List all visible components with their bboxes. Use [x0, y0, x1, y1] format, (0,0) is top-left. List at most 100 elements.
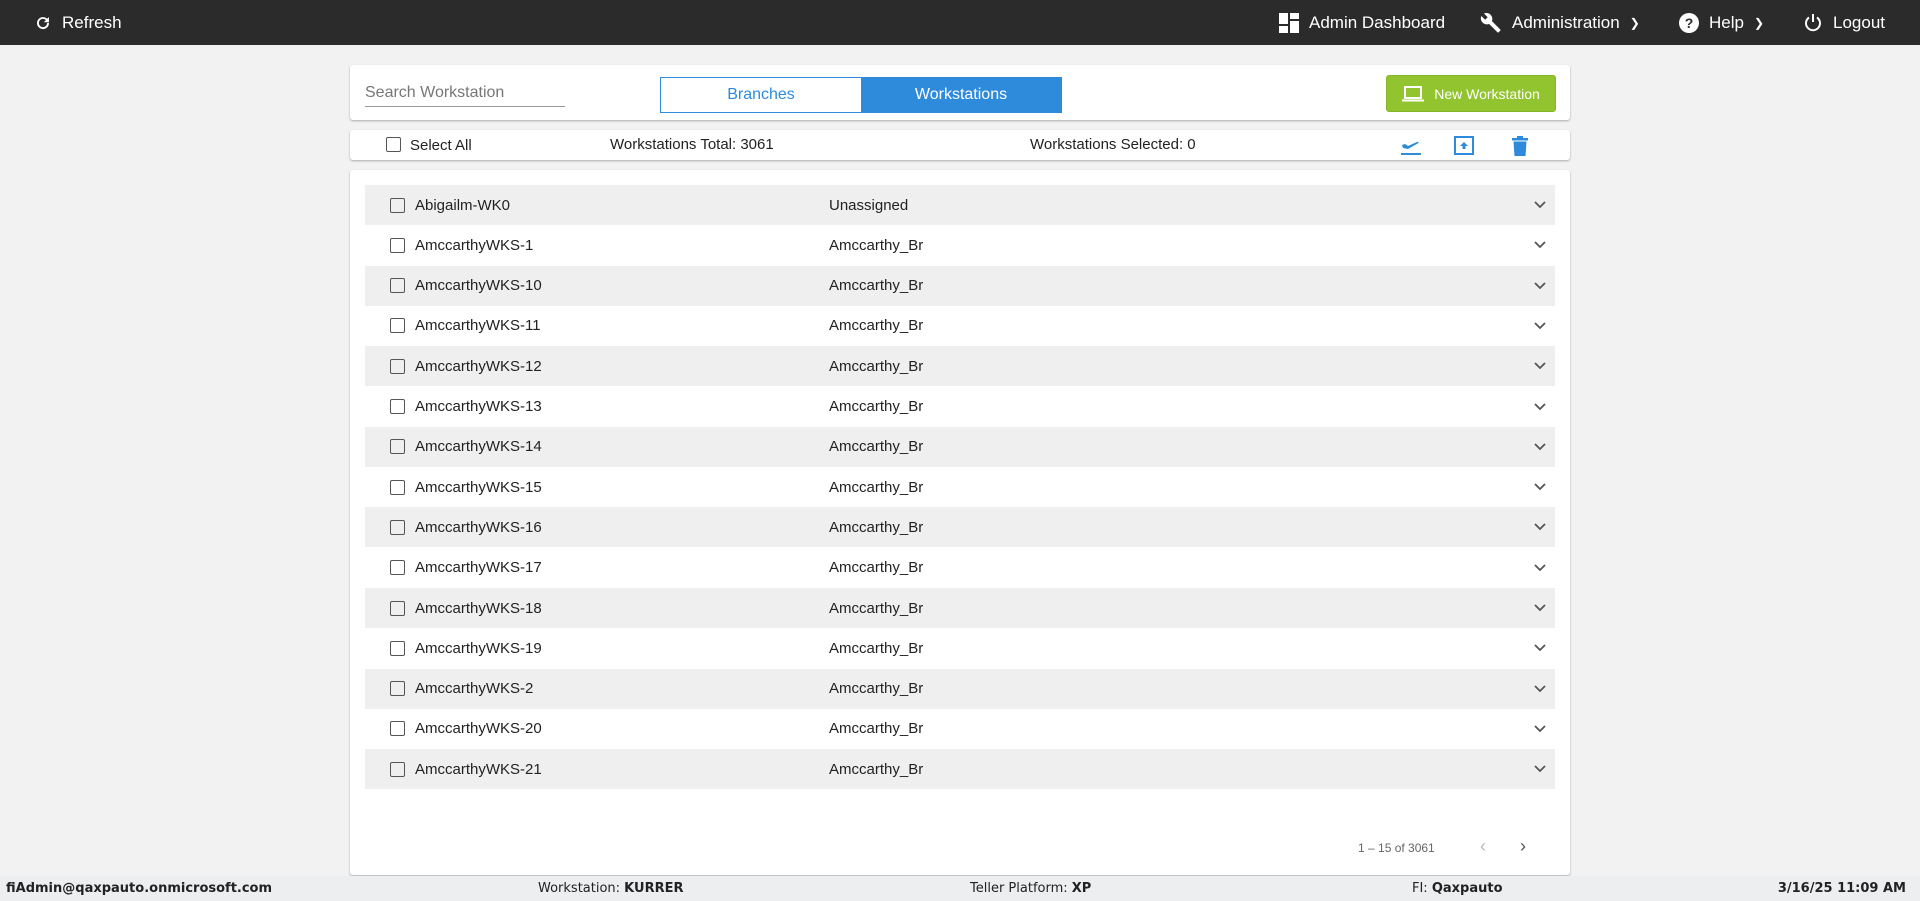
table-row[interactable]: AmccarthyWKS-19 Amccarthy_Br [365, 628, 1555, 668]
table-row[interactable]: AmccarthyWKS-12 Amccarthy_Br [365, 346, 1555, 387]
row-checkbox[interactable] [390, 237, 405, 253]
row-checkbox[interactable] [390, 600, 405, 616]
footer-user: fiAdmin@qaxpauto.onmicrosoft.com [6, 881, 273, 896]
footer-platform-value: XP [1071, 881, 1092, 896]
chevron-down-icon[interactable] [1533, 237, 1547, 251]
upload-icon[interactable] [1454, 136, 1474, 155]
workstation-branch: Amccarthy_Br [829, 559, 924, 577]
row-checkbox[interactable] [390, 318, 405, 334]
workstation-name: AmccarthyWKS-18 [415, 599, 542, 617]
pagination-range: 1 – 15 of 3061 [1358, 841, 1435, 855]
select-all-checkbox[interactable] [386, 137, 401, 152]
table-row[interactable]: AmccarthyWKS-21 Amccarthy_Br [365, 749, 1555, 790]
workstation-name: AmccarthyWKS-17 [415, 559, 542, 577]
workstation-name: AmccarthyWKS-1 [415, 236, 534, 254]
chevron-down-icon[interactable] [1533, 479, 1547, 493]
laptop-icon [1402, 85, 1425, 101]
footer-platform: Teller Platform: XP [970, 881, 1091, 896]
chevron-down-icon[interactable] [1533, 318, 1547, 332]
row-checkbox[interactable] [390, 519, 405, 535]
power-icon [1805, 13, 1821, 31]
wrench-icon [1480, 12, 1501, 33]
chevron-down-icon[interactable] [1533, 358, 1547, 372]
row-checkbox[interactable] [390, 197, 405, 213]
row-checkbox[interactable] [390, 399, 405, 414]
footer-workstation-label: Workstation: [538, 881, 625, 896]
new-workstation-button[interactable]: New Workstation [1386, 75, 1556, 112]
svg-text:?: ? [1685, 15, 1694, 31]
table-row[interactable]: AmccarthyWKS-20 Amccarthy_Br [365, 709, 1555, 749]
chevron-down-icon: ❯ [1629, 15, 1640, 30]
table-row[interactable]: Abigailm-WK0 Unassigned [365, 185, 1555, 225]
table-row[interactable]: AmccarthyWKS-15 Amccarthy_Br [365, 467, 1555, 507]
row-checkbox[interactable] [390, 479, 405, 495]
footer-workstation: Workstation: KURRER [538, 881, 683, 896]
chevron-down-icon[interactable] [1533, 560, 1547, 574]
table-row[interactable]: AmccarthyWKS-18 Amccarthy_Br [365, 588, 1555, 628]
admin-dashboard-link[interactable]: Admin Dashboard [1279, 0, 1445, 45]
row-checkbox[interactable] [390, 439, 405, 455]
workstation-name: AmccarthyWKS-10 [415, 277, 542, 295]
dashboard-icon [1279, 12, 1299, 33]
workstation-branch: Amccarthy_Br [829, 317, 924, 335]
workstation-name: AmccarthyWKS-14 [415, 438, 542, 456]
workstation-branch: Amccarthy_Br [829, 720, 924, 738]
logout-button[interactable]: Logout [1803, 0, 1885, 45]
table-row[interactable]: AmccarthyWKS-1 Amccarthy_Br [365, 225, 1555, 265]
administration-label: Administration [1512, 12, 1620, 32]
logout-label: Logout [1833, 12, 1885, 32]
row-checkbox[interactable] [390, 560, 405, 576]
refresh-button[interactable]: Refresh [34, 0, 122, 45]
airplane-departure-icon[interactable] [1400, 136, 1422, 156]
workstation-name: AmccarthyWKS-12 [415, 357, 542, 375]
row-checkbox[interactable] [390, 278, 405, 294]
footer-fi-label: FI: [1412, 881, 1432, 896]
chevron-down-icon[interactable] [1533, 197, 1547, 211]
row-checkbox[interactable] [390, 640, 405, 656]
chevron-down-icon[interactable] [1533, 681, 1547, 695]
table-row[interactable]: AmccarthyWKS-14 Amccarthy_Br [365, 426, 1555, 467]
row-checkbox[interactable] [390, 761, 405, 777]
workstation-name: AmccarthyWKS-15 [415, 478, 542, 496]
workstation-branch: Amccarthy_Br [829, 518, 924, 536]
search-workstation-input[interactable] [365, 79, 565, 107]
chevron-down-icon[interactable] [1533, 640, 1547, 654]
table-row[interactable]: AmccarthyWKS-11 Amccarthy_Br [365, 306, 1555, 346]
workstation-branch: Amccarthy_Br [829, 680, 924, 698]
header-card: Branches Workstations New Workstation [350, 65, 1570, 120]
workstation-name: AmccarthyWKS-20 [415, 720, 542, 738]
table-row[interactable]: AmccarthyWKS-2 Amccarthy_Br [365, 668, 1555, 709]
row-checkbox[interactable] [390, 681, 405, 697]
chevron-down-icon[interactable] [1533, 439, 1547, 453]
footer-datetime: 3/16/25 11:09 AM [1777, 881, 1906, 896]
tab-workstations[interactable]: Workstations [861, 78, 1061, 112]
chevron-down-icon[interactable] [1533, 721, 1547, 735]
workstation-name: AmccarthyWKS-11 [415, 317, 541, 335]
workstation-branch: Amccarthy_Br [829, 478, 924, 496]
table-row[interactable]: AmccarthyWKS-13 Amccarthy_Br [365, 387, 1555, 427]
trash-icon[interactable] [1512, 136, 1528, 156]
row-checkbox[interactable] [390, 721, 405, 737]
chevron-down-icon[interactable] [1533, 519, 1547, 533]
chevron-down-icon[interactable] [1533, 761, 1547, 775]
help-menu[interactable]: ? Help ❯ [1679, 0, 1764, 45]
workstations-selected: Workstations Selected: 0 [1030, 136, 1196, 153]
tab-branches[interactable]: Branches [661, 78, 861, 112]
workstations-total: Workstations Total: 3061 [610, 136, 774, 153]
chevron-down-icon[interactable] [1533, 600, 1547, 614]
workstation-branch: Amccarthy_Br [829, 236, 924, 254]
footer-fi: FI: Qaxpauto [1412, 881, 1503, 896]
row-checkbox[interactable] [390, 358, 405, 374]
chevron-down-icon[interactable] [1533, 278, 1547, 292]
table-row[interactable]: AmccarthyWKS-10 Amccarthy_Br [365, 265, 1555, 306]
status-footer: fiAdmin@qaxpauto.onmicrosoft.com Worksta… [0, 876, 1920, 901]
administration-menu[interactable]: Administration ❯ [1480, 0, 1640, 45]
table-row[interactable]: AmccarthyWKS-17 Amccarthy_Br [365, 548, 1555, 588]
previous-page-button[interactable]: ‹ [1480, 836, 1486, 857]
workstation-name: AmccarthyWKS-16 [415, 518, 542, 536]
table-row[interactable]: AmccarthyWKS-16 Amccarthy_Br [365, 507, 1555, 548]
next-page-button[interactable]: › [1520, 836, 1526, 857]
view-toggle: Branches Workstations [660, 77, 1062, 113]
top-nav-bar: Refresh Admin Dashboard Administration ❯… [0, 0, 1920, 45]
chevron-down-icon[interactable] [1533, 399, 1547, 413]
